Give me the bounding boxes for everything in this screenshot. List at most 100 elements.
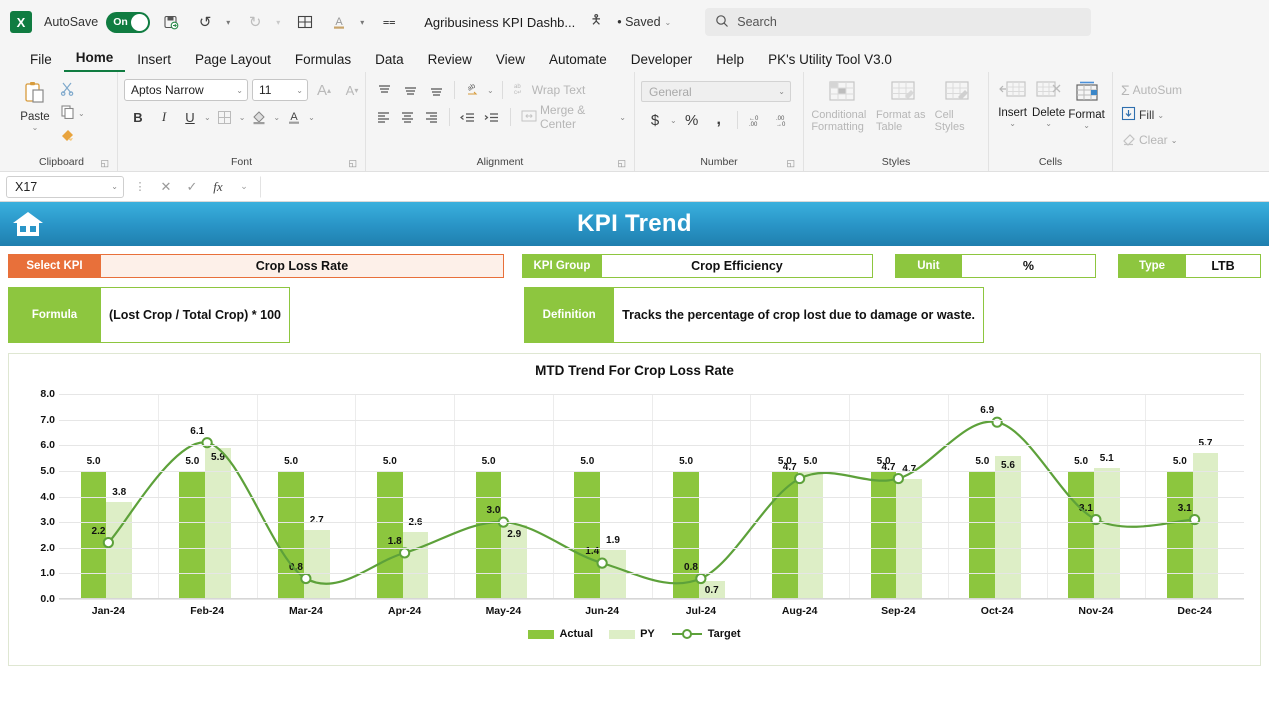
tab-data[interactable]: Data <box>363 50 416 72</box>
cancel-icon[interactable]: ✕ <box>156 179 176 195</box>
customize-quick-access-icon[interactable]: ⩵ <box>376 9 402 35</box>
tab-help[interactable]: Help <box>704 50 756 72</box>
merge-center-button[interactable]: Merge & Center ⌄ <box>519 103 628 131</box>
font-dialog-launcher-icon[interactable]: ◱ <box>348 158 357 169</box>
conditional-formatting-button[interactable]: Conditional Formatting <box>811 76 873 133</box>
font-color-dropdown-icon[interactable]: ▾ <box>356 18 368 27</box>
format-cells-button[interactable]: Format ⌄ <box>1067 76 1106 130</box>
copy-chevron-down-icon[interactable]: ⌄ <box>78 109 85 118</box>
wrap-text-button[interactable]: ab c↵ Wrap Text <box>511 80 588 100</box>
italic-button[interactable]: I <box>152 106 176 128</box>
orientation-button[interactable]: ab <box>461 79 485 101</box>
saved-status[interactable]: • Saved ⌄ <box>617 15 671 29</box>
search-input[interactable]: Search <box>705 8 1092 36</box>
align-middle-button[interactable] <box>398 79 422 101</box>
insert-function-icon[interactable]: fx <box>208 179 228 195</box>
merge-center-chevron-down-icon[interactable]: ⌄ <box>619 113 626 122</box>
underline-chevron-down-icon[interactable]: ⌄ <box>204 113 211 122</box>
undo-icon[interactable]: ↺ <box>192 9 218 35</box>
fill-button[interactable]: Fill ⌄ <box>1119 105 1166 125</box>
number-format-select[interactable]: General ⌄ <box>641 81 791 102</box>
fill-chevron-down-icon[interactable]: ⌄ <box>1157 111 1164 120</box>
decrease-indent-button[interactable] <box>456 106 478 128</box>
formula-bar-chevron-down-icon[interactable]: ⌄ <box>234 181 254 192</box>
align-right-button[interactable] <box>420 106 442 128</box>
name-box[interactable]: X17 ⌄ <box>6 175 124 198</box>
save-icon[interactable] <box>158 9 184 35</box>
copy-button[interactable]: ⌄ <box>58 103 87 123</box>
select-kpi-field[interactable]: Select KPI Crop Loss Rate <box>8 254 504 278</box>
table-icon[interactable] <box>292 9 318 35</box>
align-left-button[interactable] <box>372 106 394 128</box>
delete-chevron-down-icon[interactable]: ⌄ <box>1045 119 1052 128</box>
tab-formulas[interactable]: Formulas <box>283 50 363 72</box>
tab-view[interactable]: View <box>484 50 537 72</box>
clear-button[interactable]: Clear ⌄ <box>1119 130 1179 150</box>
cell-styles-button[interactable]: Cell Styles <box>935 76 981 133</box>
tab-page-layout[interactable]: Page Layout <box>183 50 283 72</box>
clipboard-dialog-launcher-icon[interactable]: ◱ <box>100 158 109 169</box>
cut-button[interactable] <box>58 80 87 100</box>
percent-style-button[interactable]: % <box>680 109 704 131</box>
number-format-chevron-down-icon[interactable]: ⌄ <box>778 87 785 96</box>
shrink-font-button[interactable]: A ▾ <box>340 79 364 101</box>
formula-bar-options-icon[interactable]: ⋮ <box>130 180 150 193</box>
tab-automate[interactable]: Automate <box>537 50 619 72</box>
borders-button[interactable] <box>213 106 237 128</box>
accounting-format-button[interactable]: $ <box>643 109 667 131</box>
redo-dropdown-icon[interactable]: ▾ <box>272 18 284 27</box>
increase-decimal-button[interactable]: ←0.00 <box>744 109 768 131</box>
align-center-button[interactable] <box>396 106 418 128</box>
number-dialog-launcher-icon[interactable]: ◱ <box>786 158 795 169</box>
font-size-chevron-down-icon[interactable]: ⌄ <box>296 86 303 95</box>
legend-item[interactable]: Actual <box>528 628 593 640</box>
select-kpi-value[interactable]: Crop Loss Rate <box>101 254 504 278</box>
font-name-chevron-down-icon[interactable]: ⌄ <box>236 86 243 95</box>
delete-cells-button[interactable]: Delete ⌄ <box>1030 76 1067 128</box>
tab-developer[interactable]: Developer <box>619 50 705 72</box>
paste-button[interactable]: Paste ⌄ <box>12 76 58 132</box>
format-chevron-down-icon[interactable]: ⌄ <box>1083 121 1090 130</box>
font-color-chevron-down-icon-2[interactable]: ⌄ <box>308 113 315 122</box>
format-as-table-button[interactable]: Format as Table <box>876 76 932 133</box>
tab-file[interactable]: File <box>18 50 64 72</box>
tab-home[interactable]: Home <box>63 48 126 72</box>
fill-color-chevron-down-icon[interactable]: ⌄ <box>273 113 280 122</box>
paste-chevron-down-icon[interactable]: ⌄ <box>32 123 39 132</box>
increase-indent-button[interactable] <box>480 106 502 128</box>
autosave-toggle[interactable]: On <box>106 11 151 33</box>
accounting-chevron-down-icon[interactable]: ⌄ <box>670 116 677 125</box>
clear-chevron-down-icon[interactable]: ⌄ <box>1171 136 1178 145</box>
align-bottom-button[interactable] <box>424 79 448 101</box>
redo-icon[interactable]: ↻ <box>242 9 268 35</box>
comma-style-button[interactable]: , <box>707 109 731 131</box>
font-name-input[interactable]: Aptos Narrow ⌄ <box>124 79 248 101</box>
borders-chevron-down-icon[interactable]: ⌄ <box>239 113 246 122</box>
enter-icon[interactable]: ✓ <box>182 179 202 195</box>
fill-color-button[interactable] <box>247 106 271 128</box>
insert-chevron-down-icon[interactable]: ⌄ <box>1009 119 1016 128</box>
tab-review[interactable]: Review <box>416 50 484 72</box>
chart-legend[interactable]: Actual PY Target <box>9 628 1260 640</box>
alignment-dialog-launcher-icon[interactable]: ◱ <box>617 158 626 169</box>
share-person-icon[interactable]: 🯅 <box>583 9 609 35</box>
formula-input[interactable] <box>260 175 1263 198</box>
insert-cells-button[interactable]: Insert ⌄ <box>995 76 1030 128</box>
format-painter-button[interactable] <box>58 126 87 146</box>
autosum-button[interactable]: Σ AutoSum <box>1119 80 1184 100</box>
decrease-decimal-button[interactable]: .00 →0 <box>771 109 795 131</box>
grow-font-button[interactable]: A ▴ <box>312 79 336 101</box>
legend-item[interactable]: Target <box>671 628 741 640</box>
bold-button[interactable]: B <box>126 106 150 128</box>
font-size-input[interactable]: 11 ⌄ <box>252 79 308 101</box>
legend-item[interactable]: PY <box>609 628 655 640</box>
kpi-trend-chart[interactable]: MTD Trend For Crop Loss Rate 0.0 1.0 2.0 3.… <box>8 353 1261 666</box>
name-box-chevron-down-icon[interactable]: ⌄ <box>111 182 118 191</box>
align-top-button[interactable] <box>372 79 396 101</box>
orientation-chevron-down-icon[interactable]: ⌄ <box>487 86 494 95</box>
underline-button[interactable]: U <box>178 106 202 128</box>
tab-pks-utility-tool[interactable]: PK's Utility Tool V3.0 <box>756 50 904 72</box>
font-color-icon[interactable]: A <box>326 9 352 35</box>
tab-insert[interactable]: Insert <box>125 50 183 72</box>
undo-dropdown-icon[interactable]: ▾ <box>222 18 234 27</box>
